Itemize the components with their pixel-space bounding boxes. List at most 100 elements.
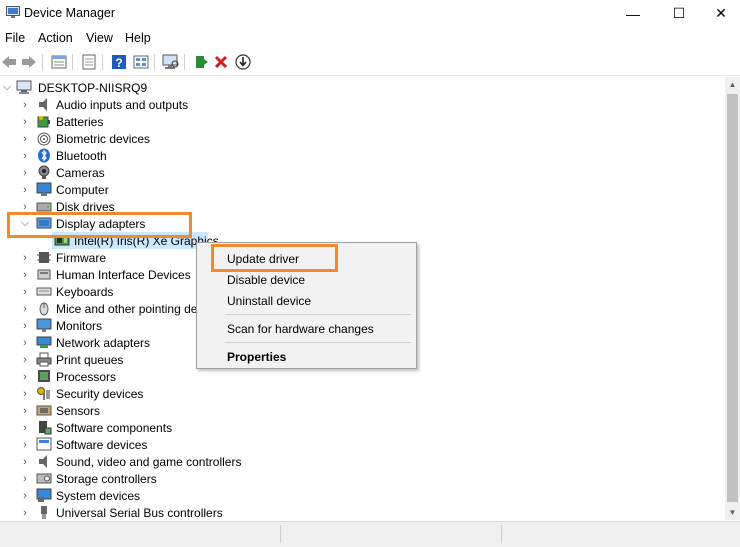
tree-item[interactable]: › Audio inputs and outputs (0, 96, 725, 113)
grid-icon (133, 55, 149, 69)
help-button[interactable]: ? (110, 53, 128, 71)
tree-item-label: Computer (56, 183, 109, 197)
chevron-right-icon[interactable]: › (19, 368, 31, 385)
status-pane (281, 525, 502, 543)
close-icon: ✕ (715, 5, 727, 21)
toolbar-separator (154, 54, 155, 70)
scan-hardware-button[interactable] (162, 53, 180, 71)
tree-item[interactable]: › Biometric devices (0, 130, 725, 147)
toolbar: ? (0, 49, 740, 76)
close-button[interactable]: ✕ (702, 0, 740, 27)
properties-button[interactable] (50, 53, 68, 71)
back-button[interactable] (0, 53, 18, 71)
toolbar-separator (102, 54, 103, 70)
chevron-right-icon[interactable]: › (19, 164, 31, 181)
scan-hardware-menu-item[interactable]: Scan for hardware changes (227, 322, 374, 336)
computer-root-icon (16, 80, 32, 94)
vertical-scrollbar[interactable]: ▲ ▼ (725, 77, 740, 520)
system-device-icon (36, 488, 52, 502)
add-driver-button[interactable] (192, 53, 210, 71)
speaker-icon (39, 98, 47, 111)
tree-root[interactable]: ⌵ DESKTOP-NIISRQ9 (0, 79, 725, 96)
uninstall-button[interactable] (212, 53, 230, 71)
hid-icon (37, 269, 51, 280)
computer-icon (36, 182, 52, 196)
chevron-right-icon[interactable]: › (19, 283, 31, 300)
chevron-right-icon[interactable]: › (19, 113, 31, 130)
disable-device-menu-item[interactable]: Disable device (227, 273, 305, 287)
tree-item[interactable]: › Bluetooth (0, 147, 725, 164)
sensor-icon (36, 405, 52, 416)
chevron-right-icon[interactable]: › (19, 181, 31, 198)
menu-action[interactable]: Action (38, 31, 73, 45)
chevron-right-icon[interactable]: › (19, 130, 31, 147)
tree-item-label: Sensors (56, 404, 101, 418)
help-icon: ? (112, 55, 126, 70)
keyboard-icon (36, 287, 52, 296)
grid-view-button[interactable] (132, 53, 150, 71)
chevron-right-icon[interactable]: › (19, 317, 31, 334)
menu-view[interactable]: View (86, 31, 113, 45)
update-button[interactable] (234, 53, 252, 71)
tree-item[interactable]: › Batteries (0, 113, 725, 130)
bluetooth-icon (38, 148, 50, 163)
driver-button[interactable] (80, 53, 98, 71)
mouse-icon (39, 302, 49, 316)
chevron-right-icon[interactable]: › (19, 419, 31, 436)
maximize-button[interactable]: ☐ (656, 0, 702, 27)
sound-icon (39, 455, 47, 468)
chevron-right-icon[interactable]: › (19, 266, 31, 283)
tree-item[interactable]: › Storage controllers (0, 470, 725, 487)
battery-icon (37, 116, 50, 128)
chevron-right-icon[interactable]: › (19, 436, 31, 453)
chevron-right-icon[interactable]: › (19, 147, 31, 164)
tree-item-label: Audio inputs and outputs (56, 98, 189, 112)
tree-item[interactable]: › Software devices (0, 436, 725, 453)
scroll-up-icon[interactable]: ▲ (725, 77, 740, 92)
display-adapters-highlight (7, 212, 192, 238)
scroll-down-icon[interactable]: ▼ (725, 505, 740, 520)
menu-bar: File Action View Help (0, 28, 740, 48)
chevron-right-icon[interactable]: › (19, 249, 31, 266)
tree-item[interactable]: › Computer (0, 181, 725, 198)
device-manager-icon (6, 6, 20, 18)
scrollbar-thumb[interactable] (727, 94, 738, 502)
title-bar: Device Manager — ☐ ✕ (0, 0, 740, 27)
properties-menu-item[interactable]: Properties (227, 350, 286, 364)
scan-hardware-icon (162, 54, 179, 69)
tree-item[interactable]: › Software components (0, 419, 725, 436)
software-component-icon (39, 421, 52, 435)
usb-icon (41, 506, 47, 519)
chevron-right-icon[interactable]: › (19, 402, 31, 419)
chevron-right-icon[interactable]: › (19, 96, 31, 113)
tree-item[interactable]: › System devices (0, 487, 725, 504)
chevron-right-icon[interactable]: › (19, 351, 31, 368)
uninstall-device-menu-item[interactable]: Uninstall device (227, 294, 311, 308)
tree-item[interactable]: › Processors (0, 368, 725, 385)
security-key-icon (37, 387, 50, 400)
menu-file[interactable]: File (5, 31, 25, 45)
driver-icon (82, 54, 96, 70)
network-adapter-icon (36, 336, 52, 348)
chevron-down-icon[interactable]: ⌵ (1, 79, 13, 96)
chevron-right-icon[interactable]: › (19, 504, 31, 520)
chevron-right-icon[interactable]: › (19, 385, 31, 402)
tree-item-label: Bluetooth (56, 149, 107, 163)
chevron-right-icon[interactable]: › (19, 334, 31, 351)
tree-item[interactable]: › Cameras (0, 164, 725, 181)
tree-item[interactable]: › Sensors (0, 402, 725, 419)
tree-item-label: Batteries (56, 115, 104, 129)
tree-item-label: Software components (56, 421, 173, 435)
chevron-right-icon[interactable]: › (19, 453, 31, 470)
chevron-right-icon[interactable]: › (19, 487, 31, 504)
chevron-right-icon[interactable]: › (19, 470, 31, 487)
menu-help[interactable]: Help (125, 31, 151, 45)
toolbar-separator (72, 54, 73, 70)
chevron-right-icon[interactable]: › (19, 300, 31, 317)
firmware-icon (37, 252, 51, 263)
forward-button[interactable] (20, 53, 38, 71)
tree-item[interactable]: › Sound, video and game controllers (0, 453, 725, 470)
tree-item[interactable]: › Universal Serial Bus controllers (0, 504, 725, 520)
tree-item[interactable]: › Security devices (0, 385, 725, 402)
minimize-button[interactable]: — (610, 0, 656, 27)
